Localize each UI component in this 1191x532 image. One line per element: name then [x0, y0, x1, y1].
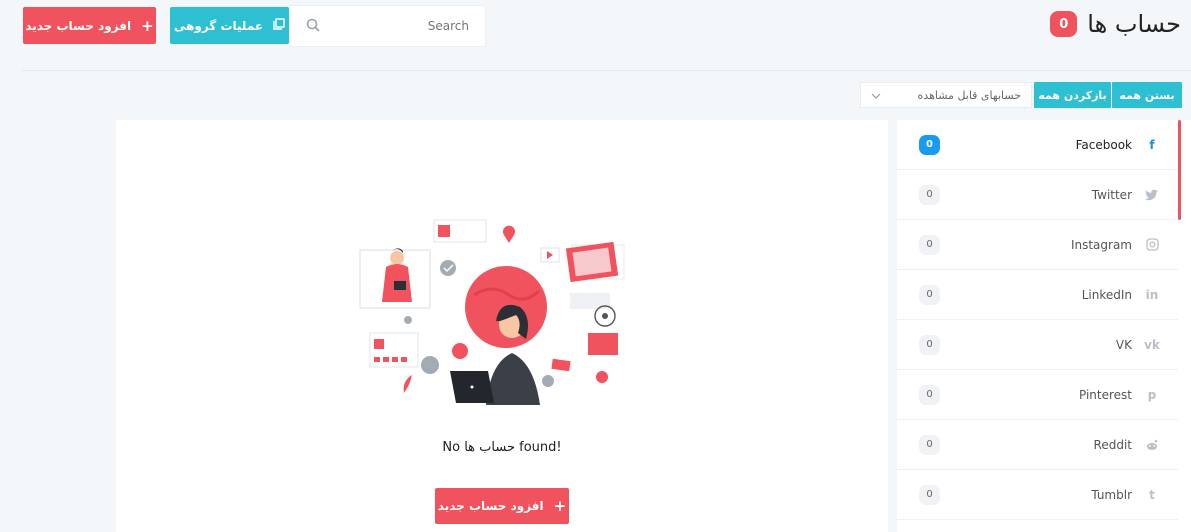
- sidebar-item-label: Twitter: [1091, 187, 1132, 202]
- linkedin-count-badge: 0: [919, 284, 940, 305]
- sidebar-item-label: LinkedIn: [1081, 287, 1132, 302]
- reddit-count-badge: 0: [919, 434, 940, 455]
- sidebar-item-label: Reddit: [1093, 437, 1132, 452]
- add-account-button-label: افزود حساب جدید: [25, 18, 132, 33]
- instagram-icon: [1144, 237, 1160, 253]
- copy-icon: [273, 18, 285, 33]
- sidebar-item-reddit[interactable]: 0 Reddit: [897, 420, 1178, 470]
- twitter-count-badge: 0: [919, 184, 940, 205]
- linkedin-icon: in: [1145, 287, 1159, 302]
- sidebar-item-label: VK: [1115, 337, 1132, 352]
- facebook-count-badge: 0: [919, 134, 940, 155]
- plus-icon: +: [141, 16, 154, 35]
- sidebar-item-label: Pinterest: [1078, 387, 1132, 402]
- instagram-count-badge: 0: [919, 234, 940, 255]
- sidebar-item-label: Instagram: [1070, 237, 1132, 252]
- sidebar-item-instagram[interactable]: 0 Instagram: [897, 220, 1178, 270]
- visible-accounts-select[interactable]: حسابهای قابل مشاهده: [860, 82, 1032, 108]
- sidebar-item-label: Tumblr: [1091, 487, 1132, 502]
- add-account-button[interactable]: + افزود حساب جدید: [23, 7, 156, 44]
- sidebar-item-label: Facebook: [1075, 137, 1132, 152]
- pinterest-icon: p: [1147, 387, 1157, 402]
- sidebar-item-tumblr[interactable]: 0 Tumblr t: [897, 470, 1178, 520]
- plus-icon: +: [553, 497, 567, 515]
- page-title-text: حساب ها: [1087, 10, 1181, 38]
- visible-accounts-select-value: حسابهای قابل مشاهده: [917, 88, 1021, 102]
- bulk-actions-button-label: عملیات گروهی: [173, 18, 264, 33]
- reddit-icon: [1144, 437, 1160, 453]
- pinterest-count-badge: 0: [919, 384, 940, 405]
- chevron-down-icon: [871, 89, 881, 102]
- close-all-button[interactable]: بستن همه: [1112, 82, 1182, 108]
- tumblr-icon: t: [1149, 487, 1155, 502]
- sidebar-item-linkedin[interactable]: 0 LinkedIn in: [897, 270, 1178, 320]
- vk-count-badge: 0: [919, 334, 940, 355]
- empty-add-account-button-label: افزود حساب جدید: [437, 499, 544, 513]
- empty-state-illustration: [359, 219, 625, 405]
- page-title: حساب ها 0: [1050, 10, 1181, 38]
- sidebar-item-twitter[interactable]: 0 Twitter: [897, 170, 1178, 220]
- tumblr-count-badge: 0: [919, 484, 940, 505]
- sidebar-item-vk[interactable]: 0 VK vk: [897, 320, 1178, 370]
- search-box: [289, 5, 486, 47]
- networks-sidebar: 0 Facebook f 0 Twitter 0 Instagram 0 Lin…: [897, 120, 1191, 532]
- accounts-count-badge: 0: [1050, 11, 1078, 37]
- search-icon[interactable]: [306, 17, 320, 36]
- sidebar-item-facebook[interactable]: 0 Facebook f: [897, 120, 1178, 170]
- sidebar-scrollbar[interactable]: [1178, 120, 1181, 220]
- facebook-icon: f: [1149, 137, 1155, 152]
- accounts-main-panel: No حساب ها found! + افزود حساب جدید: [116, 120, 888, 532]
- header-divider: [22, 70, 1191, 71]
- bulk-actions-button[interactable]: عملیات گروهی: [170, 7, 289, 44]
- vk-icon: vk: [1144, 337, 1160, 352]
- empty-add-account-button[interactable]: + افزود حساب جدید: [435, 488, 569, 524]
- empty-state-message: No حساب ها found!: [442, 440, 562, 455]
- search-input[interactable]: [329, 19, 469, 33]
- twitter-icon: [1144, 187, 1160, 203]
- open-all-button[interactable]: بازکردن همه: [1034, 82, 1111, 108]
- sidebar-item-pinterest[interactable]: 0 Pinterest p: [897, 370, 1178, 420]
